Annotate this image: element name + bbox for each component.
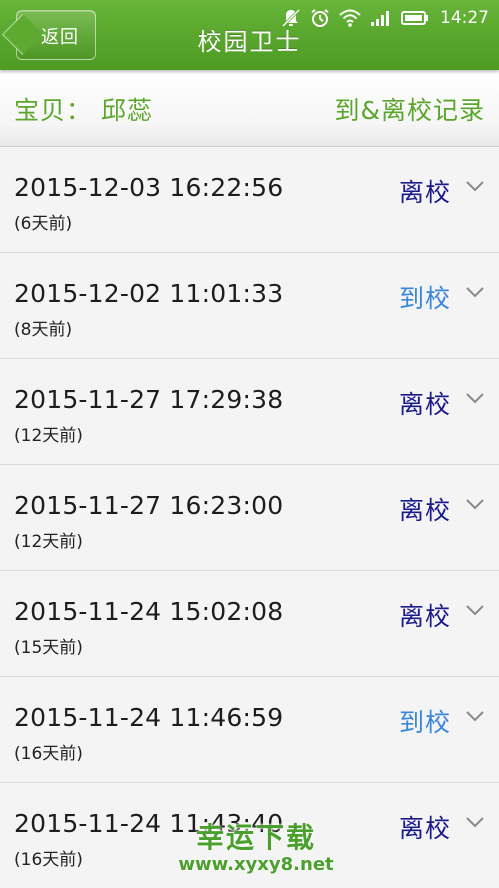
record-status: 离校: [398, 814, 451, 843]
record-status: 到校: [398, 284, 451, 313]
record-status: 离校: [398, 390, 451, 419]
chevron-down-icon[interactable]: [465, 815, 485, 829]
chevron-down-icon[interactable]: [465, 391, 485, 405]
chevron-down-icon[interactable]: [465, 497, 485, 511]
record-ago: (6天前): [14, 214, 73, 234]
attendance-list: 2015-12-03 16:22:56 (6天前) 离校 2015-12-02 …: [0, 147, 499, 888]
record-status: 到校: [398, 708, 451, 737]
title-bar: 14:27 返回 校园卫士: [0, 0, 499, 70]
record-datetime: 2015-11-27 16:23:00: [14, 491, 284, 520]
chevron-down-icon[interactable]: [465, 709, 485, 723]
list-item[interactable]: 2015-11-24 11:43:40 (16天前) 离校: [0, 783, 499, 888]
record-ago: (12天前): [14, 426, 83, 446]
record-ago: (16天前): [14, 850, 83, 870]
list-item[interactable]: 2015-12-03 16:22:56 (6天前) 离校: [0, 147, 499, 253]
list-item[interactable]: 2015-11-24 11:46:59 (16天前) 到校: [0, 677, 499, 783]
child-name: 宝贝： 邱蕊: [14, 96, 153, 125]
record-ago: (16天前): [14, 744, 83, 764]
chevron-down-icon[interactable]: [465, 285, 485, 299]
list-item[interactable]: 2015-11-27 16:23:00 (12天前) 离校: [0, 465, 499, 571]
record-ago: (8天前): [14, 320, 73, 340]
list-item[interactable]: 2015-11-24 15:02:08 (15天前) 离校: [0, 571, 499, 677]
app-screen: 14:27 返回 校园卫士 宝贝： 邱蕊 到&离校记录 2015-12-03 1…: [0, 0, 499, 888]
chevron-down-icon[interactable]: [465, 179, 485, 193]
record-datetime: 2015-11-24 11:43:40: [14, 809, 284, 838]
record-ago: (12天前): [14, 532, 83, 552]
record-datetime: 2015-12-02 11:01:33: [14, 279, 284, 308]
record-status: 离校: [398, 602, 451, 631]
list-item[interactable]: 2015-11-27 17:29:38 (12天前) 离校: [0, 359, 499, 465]
list-item[interactable]: 2015-12-02 11:01:33 (8天前) 到校: [0, 253, 499, 359]
record-datetime: 2015-11-27 17:29:38: [14, 385, 284, 414]
record-datetime: 2015-11-24 11:46:59: [14, 703, 284, 732]
page-title: 校园卫士: [197, 28, 302, 56]
chevron-down-icon[interactable]: [465, 603, 485, 617]
record-ago: (15天前): [14, 638, 83, 658]
record-status: 离校: [398, 178, 451, 207]
record-status: 离校: [398, 496, 451, 525]
record-datetime: 2015-11-24 15:02:08: [14, 597, 284, 626]
record-datetime: 2015-12-03 16:22:56: [14, 173, 284, 202]
sub-header: 宝贝： 邱蕊 到&离校记录: [0, 70, 499, 147]
records-link[interactable]: 到&离校记录: [335, 91, 486, 127]
